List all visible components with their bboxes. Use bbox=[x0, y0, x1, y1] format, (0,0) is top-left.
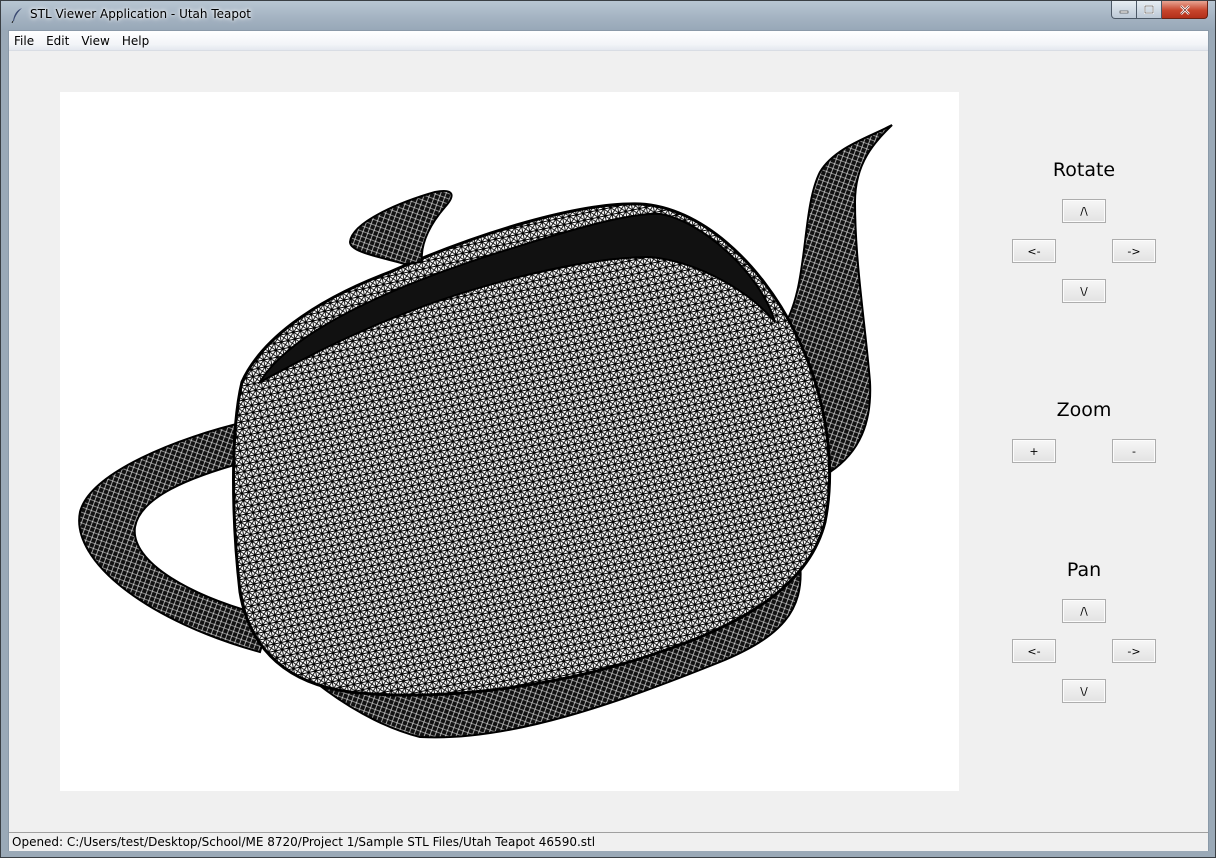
window-title: STL Viewer Application - Utah Teapot bbox=[30, 7, 252, 21]
menu-edit[interactable]: Edit bbox=[41, 34, 75, 48]
pan-title: Pan bbox=[1066, 559, 1102, 581]
rotate-title: Rotate bbox=[1052, 159, 1116, 181]
model-viewport[interactable] bbox=[60, 92, 959, 791]
pan-down-button[interactable]: \/ bbox=[1062, 679, 1106, 703]
zoom-title: Zoom bbox=[1056, 399, 1112, 421]
pan-up-button[interactable]: /\ bbox=[1062, 599, 1106, 623]
menu-bar: File Edit View Help bbox=[9, 31, 1208, 51]
app-window: STL Viewer Application - Utah Teapot Fil… bbox=[0, 0, 1216, 858]
zoom-out-button[interactable]: - bbox=[1112, 439, 1156, 463]
close-icon bbox=[1179, 4, 1190, 15]
menu-view[interactable]: View bbox=[76, 34, 115, 48]
rotate-left-button[interactable]: <- bbox=[1012, 239, 1056, 263]
pan-left-button[interactable]: <- bbox=[1012, 639, 1056, 663]
feather-icon bbox=[11, 8, 22, 23]
client-area: File Edit View Help Rotate /\ <- -> \/ Z… bbox=[8, 30, 1209, 851]
close-button[interactable] bbox=[1162, 1, 1208, 19]
minimize-icon bbox=[1119, 10, 1129, 13]
rotate-up-button[interactable]: /\ bbox=[1062, 199, 1106, 223]
teapot-wireframe bbox=[78, 124, 893, 739]
zoom-in-button[interactable]: + bbox=[1012, 439, 1056, 463]
rotate-down-button[interactable]: \/ bbox=[1062, 279, 1106, 303]
maximize-button[interactable] bbox=[1137, 1, 1162, 19]
status-bar: Opened: C:/Users/test/Desktop/School/ME … bbox=[9, 832, 1208, 851]
menu-file[interactable]: File bbox=[9, 34, 40, 48]
menu-help[interactable]: Help bbox=[117, 34, 155, 48]
pan-right-button[interactable]: -> bbox=[1112, 639, 1156, 663]
minimize-button[interactable] bbox=[1111, 1, 1137, 19]
rotate-right-button[interactable]: -> bbox=[1112, 239, 1156, 263]
maximize-icon bbox=[1144, 5, 1154, 14]
title-bar[interactable]: STL Viewer Application - Utah Teapot bbox=[1, 1, 1215, 30]
